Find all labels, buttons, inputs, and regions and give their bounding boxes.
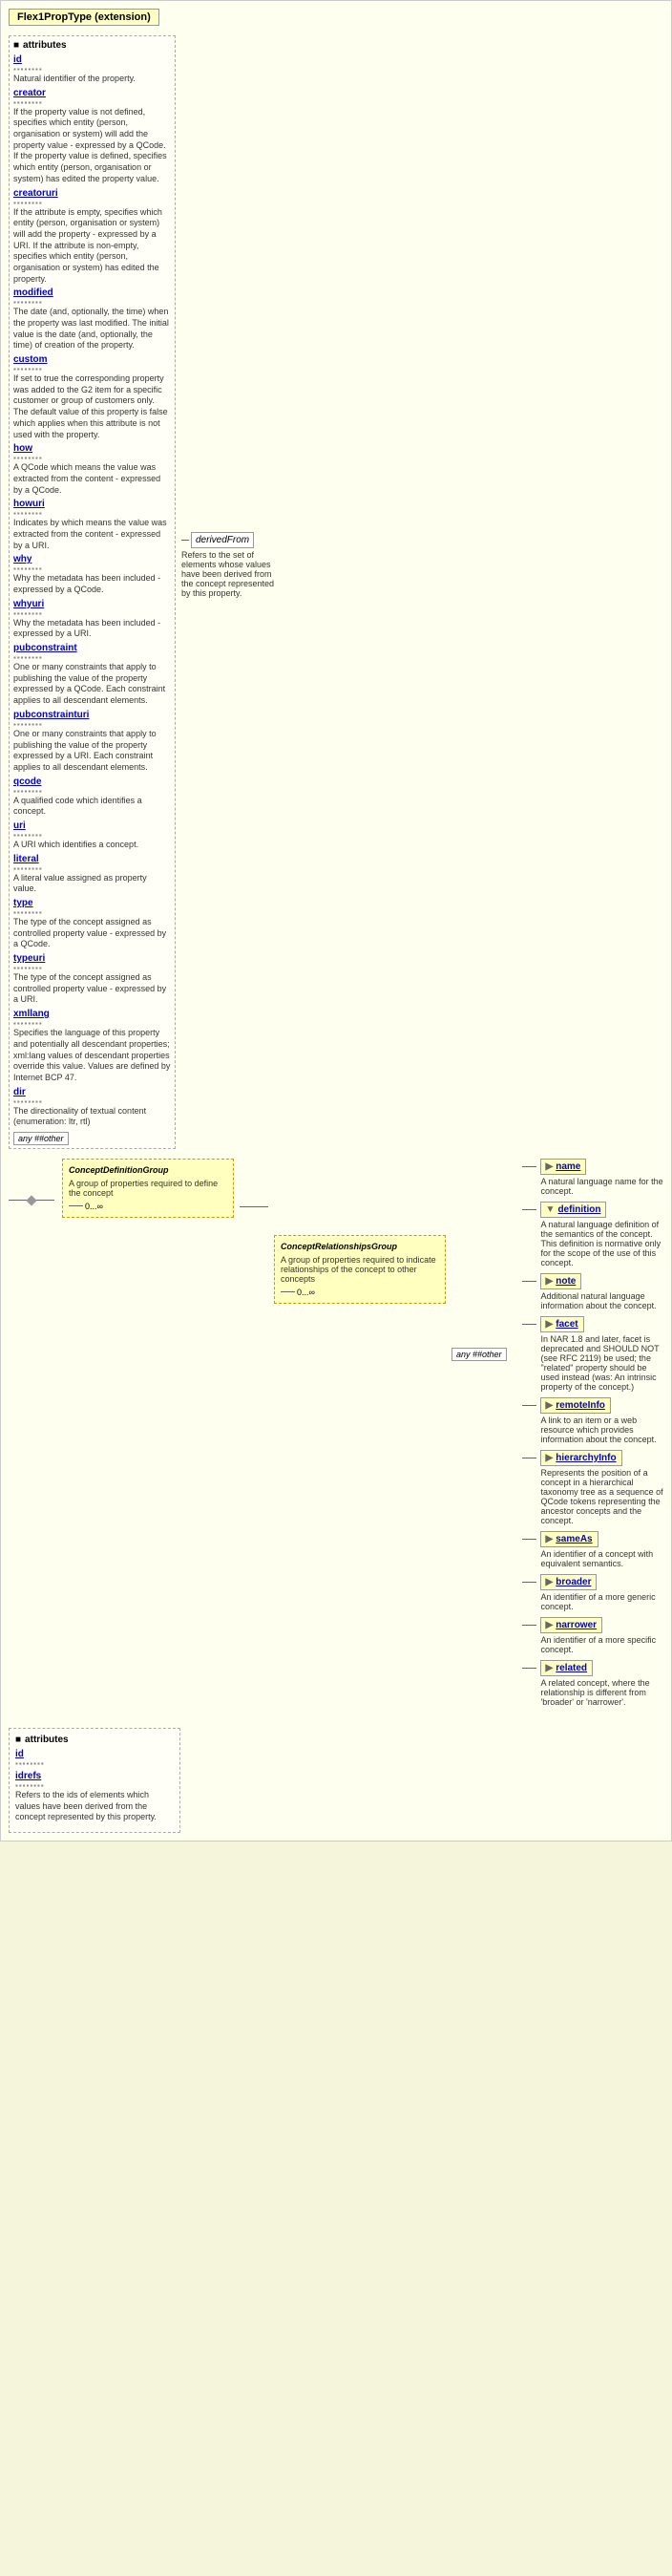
bottom-attr-icon: ■ [15, 1735, 21, 1745]
narrower-item-desc: An identifier of a more specific concept… [541, 1635, 663, 1654]
broader-item-desc: An identifier of a more generic concept. [541, 1592, 663, 1611]
attr-modified: modified ▪▪▪▪▪▪▪▪ The date (and, optiona… [13, 287, 171, 351]
attr-why: why ▪▪▪▪▪▪▪▪ Why the metadata has been i… [13, 554, 171, 595]
page-wrapper: Flex1PropType (extension) ■ attributes i… [0, 0, 672, 1842]
attributes-header: ■ attributes [13, 40, 171, 51]
any-other-middle: any ##other [452, 1350, 507, 1360]
right-item-name: ▶ name A natural language name for the c… [522, 1159, 663, 1196]
attr-xmllang: xmllang ▪▪▪▪▪▪▪▪ Specifies the language … [13, 1009, 171, 1083]
broader-item-box[interactable]: ▶ broader [540, 1574, 598, 1590]
derivedfrom-desc: Refers to the set of elements whose valu… [181, 550, 277, 598]
attr-whyuri: whyuri ▪▪▪▪▪▪▪▪ Why the metadata has bee… [13, 599, 171, 640]
note-item-box[interactable]: ▶ note [540, 1273, 582, 1289]
attr-how: how ▪▪▪▪▪▪▪▪ A QCode which means the val… [13, 443, 171, 496]
right-item-related: ▶ related A related concept, where the r… [522, 1660, 663, 1707]
related-item-box[interactable]: ▶ related [540, 1660, 594, 1676]
attr-folder-icon: ■ [13, 40, 19, 51]
bottom-attributes-label: attributes [25, 1735, 69, 1745]
name-item-desc: A natural language name for the concept. [541, 1177, 663, 1196]
right-panel: ▶ name A natural language name for the c… [513, 1159, 663, 1713]
attr-pubconstrainturi: pubconstrainturi ▪▪▪▪▪▪▪▪ One or many co… [13, 710, 171, 774]
name-item-box[interactable]: ▶ name [540, 1159, 587, 1175]
facet-item-box[interactable]: ▶ facet [540, 1316, 584, 1332]
attributes-label: attributes [23, 40, 67, 51]
right-item-definition: ▼ definition A natural language definiti… [522, 1202, 663, 1267]
related-item-desc: A related concept, where the relationshi… [541, 1678, 663, 1707]
concept-def-group-label: ConceptDefinitionGroup [69, 1165, 227, 1175]
attr-type: type ▪▪▪▪▪▪▪▪ The type of the concept as… [13, 898, 171, 950]
concept-relationships-group-box: ConceptRelationshipsGroup A group of pro… [274, 1235, 446, 1304]
page-title: Flex1PropType (extension) [17, 11, 151, 23]
top-section: ■ attributes id ▪▪▪▪▪▪▪▪ Natural identif… [9, 35, 663, 1149]
middle-connector-h [240, 1206, 268, 1207]
right-item-narrower: ▶ narrower An identifier of a more speci… [522, 1617, 663, 1654]
derivedfrom-section: derivedFrom Refers to the set of element… [181, 532, 277, 598]
attr-howuri: howuri ▪▪▪▪▪▪▪▪ Indicates by which means… [13, 499, 171, 551]
title-bar: Flex1PropType (extension) [9, 9, 159, 26]
sameas-item-desc: An identifier of a concept with equivale… [541, 1549, 663, 1568]
derivedfrom-connector [181, 540, 189, 541]
concept-rel-group-desc: A group of properties required to indica… [281, 1255, 439, 1284]
attr-uri: uri ▪▪▪▪▪▪▪▪ A URI which identifies a co… [13, 820, 171, 851]
derivedfrom-box[interactable]: derivedFrom [191, 532, 254, 548]
attributes-panel: ■ attributes id ▪▪▪▪▪▪▪▪ Natural identif… [9, 35, 176, 1149]
definition-item-box[interactable]: ▼ definition [540, 1202, 607, 1218]
left-connector [9, 1197, 56, 1204]
concept-def-group-desc: A group of properties required to define… [69, 1179, 227, 1198]
any-other-middle-box: any ##other [452, 1348, 507, 1361]
attr-typeuri: typeuri ▪▪▪▪▪▪▪▪ The type of the concept… [13, 953, 171, 1006]
concept-definition-group-box: ConceptDefinitionGroup A group of proper… [62, 1159, 234, 1218]
attr-qcode: qcode ▪▪▪▪▪▪▪▪ A qualified code which id… [13, 777, 171, 818]
attr-id: id ▪▪▪▪▪▪▪▪ Natural identifier of the pr… [13, 54, 171, 85]
any-other-top: any ##other [13, 1134, 171, 1144]
hierarchyinfo-item-box[interactable]: ▶ hierarchyInfo [540, 1450, 622, 1466]
bottom-attr-idrefs: idrefs ▪▪▪▪▪▪▪▪ Refers to the ids of ele… [15, 1771, 174, 1823]
sameas-item-box[interactable]: ▶ sameAs [540, 1531, 598, 1547]
concept-rel-group-label: ConceptRelationshipsGroup [281, 1242, 439, 1251]
attr-dir: dir ▪▪▪▪▪▪▪▪ The directionality of textu… [13, 1087, 171, 1128]
facet-item-desc: In NAR 1.8 and later, facet is deprecate… [541, 1334, 663, 1392]
multiplicity-rel: 0...∞ [297, 1288, 315, 1297]
attr-creator: creator ▪▪▪▪▪▪▪▪ If the property value i… [13, 88, 171, 185]
bottom-attributes-header: ■ attributes [15, 1735, 174, 1745]
right-item-facet: ▶ facet In NAR 1.8 and later, facet is d… [522, 1316, 663, 1392]
multiplicity-def: 0...∞ [85, 1202, 103, 1211]
attr-creatoruri: creatoruri ▪▪▪▪▪▪▪▪ If the attribute is … [13, 188, 171, 286]
bottom-attr-id: id ▪▪▪▪▪▪▪▪ [15, 1749, 174, 1768]
hierarchyinfo-item-desc: Represents the position of a concept in … [541, 1468, 663, 1525]
remoteinfo-item-box[interactable]: ▶ remoteInfo [540, 1397, 611, 1414]
attr-custom: custom ▪▪▪▪▪▪▪▪ If set to true the corre… [13, 354, 171, 440]
remoteinfo-item-desc: A link to an item or a web resource whic… [541, 1416, 663, 1444]
right-item-note: ▶ note Additional natural language infor… [522, 1273, 663, 1310]
note-item-desc: Additional natural language information … [541, 1291, 663, 1310]
right-item-remoteinfo: ▶ remoteInfo A link to an item or a web … [522, 1397, 663, 1444]
attr-literal: literal ▪▪▪▪▪▪▪▪ A literal value assigne… [13, 854, 171, 895]
definition-item-desc: A natural language definition of the sem… [541, 1220, 663, 1267]
any-other-box: any ##other [13, 1132, 69, 1145]
bottom-section: ■ attributes id ▪▪▪▪▪▪▪▪ idrefs ▪▪▪▪▪▪▪▪… [9, 1728, 180, 1833]
attr-pubconstraint: pubconstraint ▪▪▪▪▪▪▪▪ One or many const… [13, 643, 171, 707]
narrower-item-box[interactable]: ▶ narrower [540, 1617, 603, 1633]
middle-section: ConceptDefinitionGroup A group of proper… [9, 1159, 663, 1713]
right-item-sameas: ▶ sameAs An identifier of a concept with… [522, 1531, 663, 1568]
right-item-hierarchyinfo: ▶ hierarchyInfo Represents the position … [522, 1450, 663, 1525]
right-item-broader: ▶ broader An identifier of a more generi… [522, 1574, 663, 1611]
